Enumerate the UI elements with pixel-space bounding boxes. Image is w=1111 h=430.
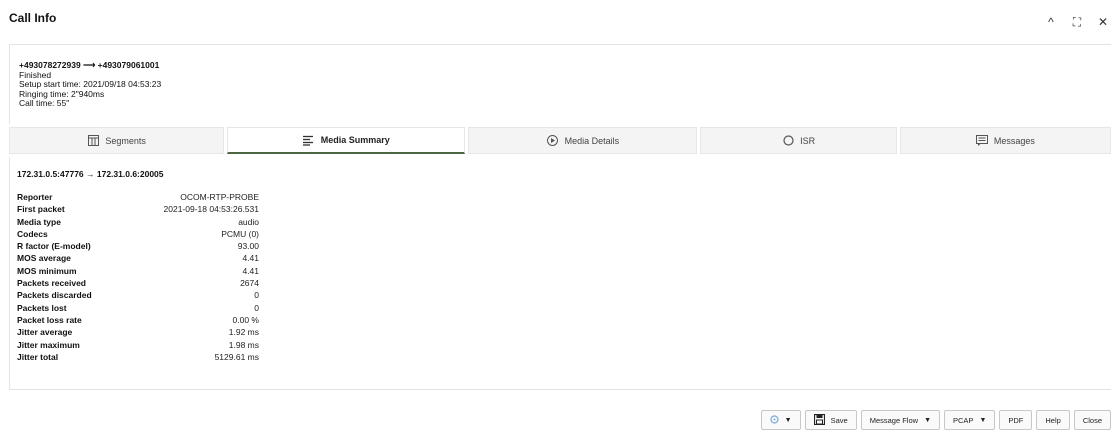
chevron-down-icon: ▼ <box>784 416 792 424</box>
stat-row: Jitter average 1.92 ms <box>17 326 259 338</box>
stat-row: Packet loss rate 0.00 % <box>17 314 259 326</box>
stat-value: 1.92 ms <box>228 327 259 338</box>
fullscreen-icon[interactable]: ⛶ <box>1069 16 1085 28</box>
tab-messages[interactable]: Messages <box>899 127 1111 154</box>
tab-label-media-details: Media Details <box>564 135 620 146</box>
pdf-label: PDF <box>1008 415 1024 425</box>
list-icon <box>302 134 315 146</box>
save-icon <box>813 413 825 427</box>
tab-isr[interactable]: ISR <box>700 127 897 154</box>
stat-row: Jitter total 5129.61 ms <box>17 351 259 363</box>
stat-key: Packets discarded <box>17 290 92 301</box>
stat-key: Jitter total <box>17 351 59 362</box>
save-button[interactable]: Save <box>804 410 857 430</box>
call-time: Call time: 55" <box>19 98 70 108</box>
stat-row: Packets lost 0 <box>17 302 259 314</box>
caller-number: +493078272939 <box>19 60 81 70</box>
call-route: +493078272939 ⟶ +493079061001 <box>19 60 1111 71</box>
ringing-time: Ringing time: 2"940ms <box>19 88 105 99</box>
pcap-button[interactable]: PCAP ▼ <box>944 410 996 430</box>
stat-value: 0 <box>254 290 259 301</box>
stat-row: Codecs PCMU (0) <box>17 228 259 240</box>
call-summary: +493078272939 ⟶ +493079061001 Finished S… <box>9 44 1111 124</box>
window-title: Call Info <box>9 11 57 25</box>
segments-icon <box>87 135 99 147</box>
stat-value: 4.41 <box>242 265 259 276</box>
stat-value: 93.00 <box>237 241 259 252</box>
stream-endpoints: 172.31.0.5:47776 → 172.31.0.6:20005 <box>17 169 164 179</box>
help-label: Help <box>1045 415 1061 425</box>
tab-media-details[interactable]: Media Details <box>468 127 698 154</box>
action-bar: ▼ Save Message Flow ▼ PCAP ▼ PDF Help Cl… <box>760 410 1111 430</box>
stat-key: First packet <box>17 204 65 215</box>
stat-value: 0.00 % <box>232 314 259 325</box>
circle-icon <box>782 135 794 147</box>
stat-value: audio <box>238 216 259 227</box>
stat-key: Packets received <box>17 278 86 289</box>
close-button[interactable]: Close <box>1073 410 1111 430</box>
tab-label-segments: Segments <box>105 135 146 146</box>
stat-row: Packets discarded 0 <box>17 289 259 301</box>
tab-segments[interactable]: Segments <box>9 127 225 154</box>
tab-bar: Segments Media Summary Media Details ISR… <box>9 127 1111 155</box>
stat-value: 0 <box>254 302 259 313</box>
stat-row: MOS average 4.41 <box>17 252 259 264</box>
stat-key: Packets lost <box>17 302 67 313</box>
window-controls: ^ ⛶ ✕ <box>1043 16 1111 28</box>
chevron-down-icon: ▼ <box>924 416 931 424</box>
stat-value: 2674 <box>240 278 259 289</box>
tab-label-messages: Messages <box>993 135 1035 146</box>
options-icon <box>770 414 779 426</box>
collapse-icon[interactable]: ^ <box>1043 16 1059 28</box>
setup-start-time: Setup start time: 2021/09/18 04:53:23 <box>19 79 162 89</box>
stat-row: First packet 2021-09-18 04:53:26.531 <box>17 203 259 215</box>
media-stats-table: Reporter OCOM-RTP-PROBE First packet 2021-0… <box>17 191 259 363</box>
call-status: Finished <box>19 69 52 80</box>
tab-media-summary[interactable]: Media Summary <box>227 127 466 154</box>
stat-value: 1.98 ms <box>228 339 259 350</box>
stat-key: Codecs <box>17 228 48 239</box>
save-button-label: Save <box>830 415 848 425</box>
stat-value: PCMU (0) <box>221 228 259 239</box>
stat-key: Media type <box>17 216 61 227</box>
callee-number: +493079061001 <box>97 60 160 70</box>
stat-key: Jitter maximum <box>17 339 80 350</box>
stat-row: Jitter maximum 1.98 ms <box>17 339 259 351</box>
stat-key: MOS average <box>17 253 71 264</box>
tab-label-isr: ISR <box>800 135 816 146</box>
stat-key: Packet loss rate <box>17 314 82 325</box>
pcap-label: PCAP <box>953 415 974 425</box>
tab-label-media-summary: Media Summary <box>320 135 390 145</box>
stat-value: 2021-09-18 04:53:26.531 <box>163 204 259 215</box>
media-summary-panel: 172.31.0.5:47776 → 172.31.0.6:20005 Repo… <box>9 157 1111 390</box>
stat-key: Jitter average <box>17 327 73 338</box>
stat-key: R factor (E-model) <box>17 241 91 252</box>
stat-row: Media type audio <box>17 216 259 228</box>
stat-value: 5129.61 ms <box>214 351 259 362</box>
stat-row: Packets received 2674 <box>17 277 259 289</box>
stat-row: MOS minimum 4.41 <box>17 265 259 277</box>
stat-key: Reporter <box>17 192 53 202</box>
stat-key: MOS minimum <box>17 265 77 276</box>
chevron-down-icon: ▼ <box>979 416 987 424</box>
close-label: Close <box>1082 415 1102 425</box>
close-icon[interactable]: ✕ <box>1095 16 1111 28</box>
options-dropdown-button[interactable]: ▼ <box>760 410 801 430</box>
message-flow-label: Message Flow <box>869 415 919 425</box>
help-button[interactable]: Help <box>1036 410 1070 430</box>
route-arrow: ⟶ <box>83 60 96 70</box>
stat-value: OCOM-RTP-PROBE <box>180 192 259 202</box>
stat-value: 4.41 <box>242 253 259 264</box>
stat-row: Reporter OCOM-RTP-PROBE <box>17 191 259 203</box>
stat-row: R factor (E-model) 93.00 <box>17 240 259 252</box>
pdf-button[interactable]: PDF <box>999 410 1033 430</box>
play-circle-icon <box>547 135 559 147</box>
message-flow-button[interactable]: Message Flow ▼ <box>860 410 940 430</box>
message-icon <box>975 135 988 147</box>
